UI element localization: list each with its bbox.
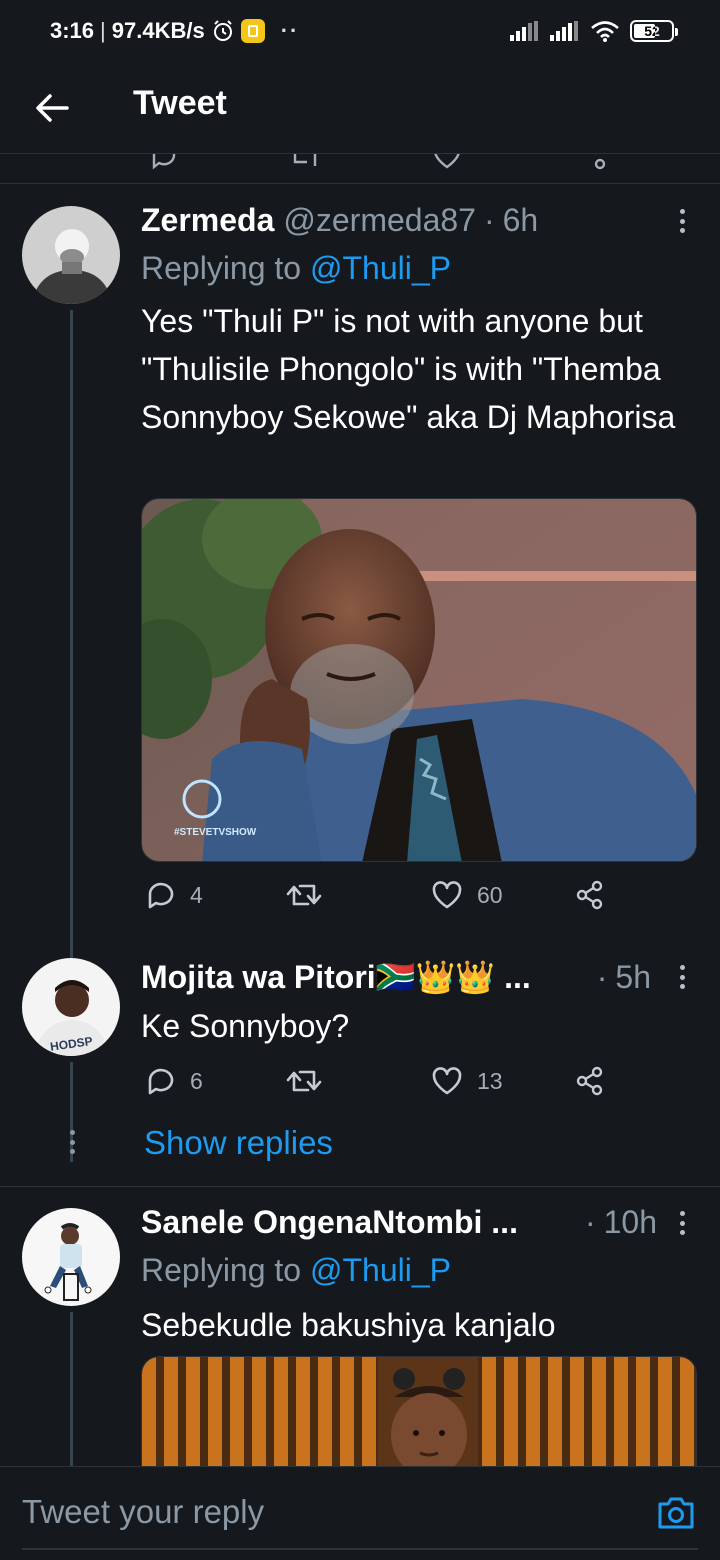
back-button[interactable] <box>30 86 74 130</box>
tweet-time[interactable]: 6h <box>503 202 539 239</box>
wifi-icon <box>590 20 620 42</box>
reply-button[interactable]: 6 <box>146 1066 203 1096</box>
tweet-text: Yes "Thuli P" is not with anyone but "Th… <box>141 303 676 435</box>
reply-count: 6 <box>190 1067 203 1094</box>
reply-input[interactable] <box>22 1493 622 1531</box>
tweet-time[interactable]: 5h <box>615 959 651 996</box>
tweet-header: Zermeda @zermeda87 · 6h <box>141 202 538 239</box>
more-notifications-icon: ·· <box>280 18 300 43</box>
battery-icon: 52 <box>630 20 678 42</box>
separator-dot: · <box>483 202 495 238</box>
top-app-bar: Tweet <box>0 64 720 154</box>
status-right: 52 <box>510 20 678 42</box>
tweet-image[interactable] <box>141 1356 697 1466</box>
author-name[interactable]: Zermeda <box>141 202 274 239</box>
more-options-icon[interactable] <box>672 962 692 992</box>
reply-count: 4 <box>190 881 203 908</box>
thread-line <box>70 1312 73 1472</box>
share-icon <box>576 1066 603 1096</box>
meme-photo: #STEVETVSHOW <box>142 499 696 861</box>
replying-to: Replying to @Thuli_P <box>141 250 451 287</box>
replying-to: Replying to @Thuli_P <box>141 1252 451 1289</box>
courtroom-photo <box>142 1357 696 1466</box>
like-icon <box>432 1067 462 1095</box>
mention-link[interactable]: @Thuli_P <box>310 250 451 286</box>
status-bar: 3:16 | 97.4KB/s ·· 52 <box>0 0 720 64</box>
status-left: 3:16 | 97.4KB/s ·· <box>50 18 299 44</box>
tweet-time[interactable]: 10h <box>604 1204 657 1241</box>
separator-dot: · <box>584 1204 596 1240</box>
image-watermark: #STEVETVSHOW <box>174 827 257 838</box>
retweet-button[interactable] <box>286 880 336 910</box>
show-replies-link[interactable]: Show replies <box>144 1124 333 1162</box>
more-replies-dots-icon <box>68 1130 76 1154</box>
more-options-icon[interactable] <box>672 206 692 236</box>
like-count: 60 <box>477 881 503 908</box>
avatar[interactable] <box>22 206 120 304</box>
share-button[interactable] <box>575 880 605 910</box>
retweet-button[interactable] <box>286 1066 336 1096</box>
camera-icon <box>658 1497 694 1529</box>
avatar[interactable]: HODSP <box>22 958 120 1056</box>
replying-to-label: Replying to <box>141 1252 302 1288</box>
page-title: Tweet <box>133 84 227 122</box>
like-count: 13 <box>477 1067 503 1094</box>
reply-icon <box>148 882 174 909</box>
previous-tweet-actions <box>0 154 720 184</box>
more-options-icon[interactable] <box>672 1208 692 1238</box>
reply-icon[interactable] <box>150 154 178 170</box>
battery-level: 52 <box>644 23 660 39</box>
input-underline <box>22 1548 698 1550</box>
signal-icon <box>550 21 580 41</box>
author-handle[interactable]: @zermeda87 <box>283 202 476 239</box>
thread-line <box>70 310 73 970</box>
avatar[interactable] <box>22 1208 120 1306</box>
replying-to-label: Replying to <box>141 250 302 286</box>
tweet-image[interactable]: #STEVETVSHOW <box>141 498 697 862</box>
share-icon[interactable] <box>580 154 608 170</box>
camera-button[interactable] <box>656 1495 696 1531</box>
mention-link[interactable]: @Thuli_P <box>310 1252 451 1288</box>
retweet-icon <box>286 1070 322 1092</box>
app-notification-icon <box>240 19 265 43</box>
like-button[interactable]: 60 <box>431 880 503 910</box>
reply-composer <box>0 1466 720 1560</box>
share-button[interactable] <box>575 1066 605 1096</box>
like-icon[interactable] <box>432 154 462 170</box>
tweet-text: Ke Sonnyboy? <box>141 1008 350 1044</box>
author-name[interactable]: Sanele OngenaNtombi ... <box>141 1204 518 1241</box>
like-icon <box>432 881 462 909</box>
network-speed: 97.4KB/s <box>111 18 205 43</box>
tweet-actions: 6 13 <box>141 1066 621 1102</box>
separator-dot: · <box>596 959 608 995</box>
signal-icon <box>510 21 540 41</box>
divider <box>0 1186 720 1187</box>
like-button[interactable]: 13 <box>431 1066 503 1096</box>
author-name[interactable]: Mojita wa Pitori🇿🇦👑👑 ... <box>141 958 531 996</box>
tweet-actions: 4 60 <box>141 880 621 916</box>
status-separator: | <box>100 18 106 43</box>
retweet-icon <box>286 884 322 906</box>
tweet-header: Sanele OngenaNtombi ... · 10h <box>141 1204 657 1241</box>
share-icon <box>576 880 603 910</box>
tweet-header: Mojita wa Pitori🇿🇦👑👑 ... · 5h <box>141 958 651 996</box>
tweet-text: Sebekudle bakushiya kanjalo <box>141 1307 556 1343</box>
retweet-icon[interactable] <box>288 154 322 170</box>
status-time: 3:16 <box>50 18 95 43</box>
reply-icon <box>148 1068 174 1095</box>
arrow-left-icon <box>36 94 69 122</box>
alarm-icon <box>211 19 235 43</box>
reply-button[interactable]: 4 <box>146 880 203 910</box>
